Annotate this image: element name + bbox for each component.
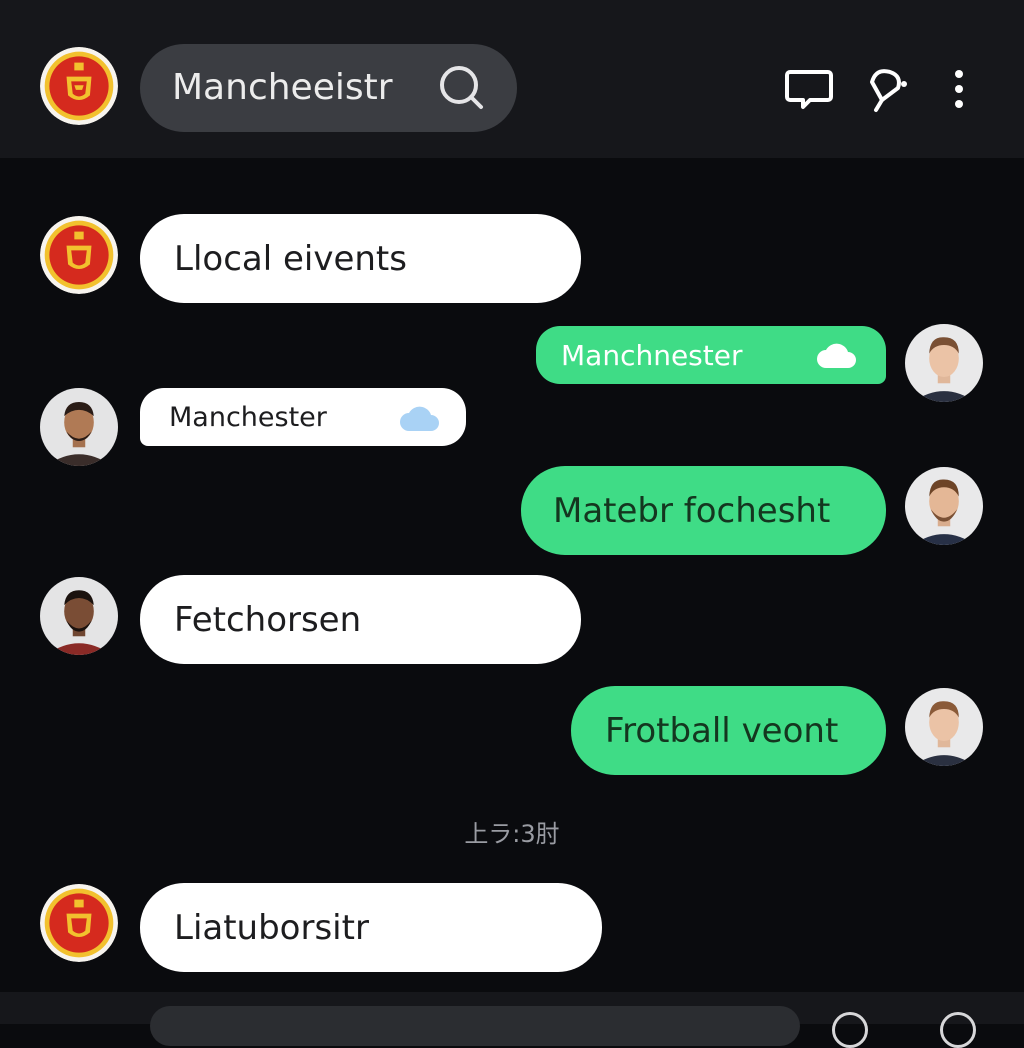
search-icon[interactable] — [436, 62, 486, 112]
message-bubble[interactable]: Liatuborsitr — [140, 883, 602, 972]
message-bubble[interactable]: Frotball veont — [571, 686, 886, 775]
message-text: Llocal eivents — [174, 238, 407, 279]
message-composer[interactable] — [150, 1006, 800, 1046]
message-text: Manchester — [169, 401, 327, 433]
message-bubble[interactable]: Manchester — [140, 388, 466, 446]
message-text: Liatuborsitr — [174, 907, 369, 948]
chat-bubble-icon[interactable] — [784, 64, 834, 114]
pin-icon[interactable] — [862, 64, 912, 114]
message-timestamp: 上ラ:3肘 — [464, 820, 560, 848]
cloud-icon — [816, 340, 858, 370]
user-avatar[interactable] — [40, 577, 118, 655]
club-crest-avatar[interactable] — [40, 884, 118, 962]
message-text: Frotball veont — [605, 710, 839, 751]
message-bubble[interactable]: Matebr fochesht — [521, 466, 886, 555]
cloud-icon — [398, 403, 442, 433]
message-text: Matebr fochesht — [553, 490, 831, 531]
club-crest-avatar[interactable] — [40, 216, 118, 294]
search-input[interactable]: Mancheeistr — [172, 44, 393, 132]
message-bubble[interactable]: Fetchorsen — [140, 575, 581, 664]
club-crest-avatar[interactable] — [40, 47, 118, 125]
user-avatar[interactable] — [905, 467, 983, 545]
user-avatar[interactable] — [905, 324, 983, 402]
user-avatar[interactable] — [905, 688, 983, 766]
mic-icon[interactable] — [940, 1012, 976, 1048]
message-text: Manchnester — [561, 338, 743, 372]
more-vertical-icon[interactable] — [934, 64, 984, 114]
user-avatar[interactable] — [40, 388, 118, 466]
message-bubble[interactable]: Manchnester — [536, 326, 886, 384]
message-bubble[interactable]: Llocal eivents — [140, 214, 581, 303]
emoji-icon[interactable] — [832, 1012, 868, 1048]
message-text: Fetchorsen — [174, 599, 362, 640]
